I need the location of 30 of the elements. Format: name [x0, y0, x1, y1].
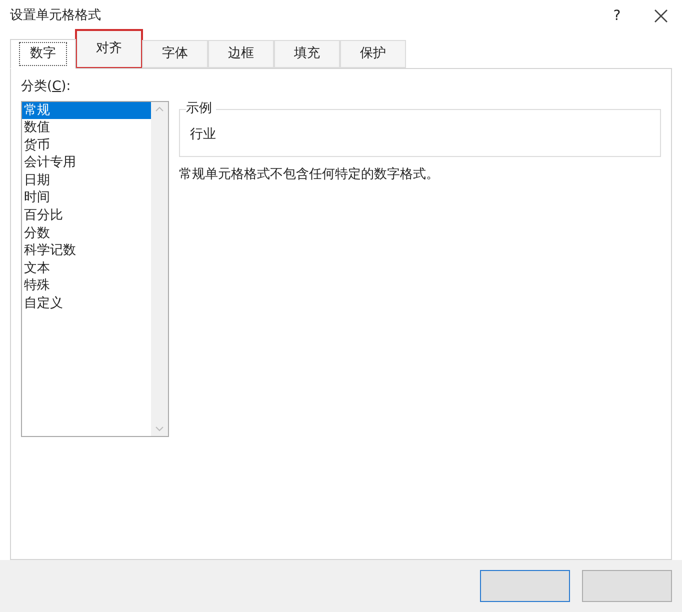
list-item[interactable]: 常规	[22, 102, 151, 120]
tab[interactable]: 保护	[340, 40, 406, 68]
list-item[interactable]: 百分比	[22, 207, 151, 225]
list-item[interactable]: 数值	[22, 119, 151, 137]
sample-value: 行业	[190, 126, 216, 144]
close-icon[interactable]	[654, 9, 668, 23]
tab[interactable]: 填充	[274, 40, 340, 68]
tab[interactable]: 数字	[10, 39, 76, 69]
category-list[interactable]: 常规 数值 货币 会计专用 日期 时间 百分比 分数 科学记数 文本 特殊 自定义	[21, 100, 169, 436]
list-item[interactable]: 科学记数	[22, 242, 151, 260]
chevron-down-icon[interactable]	[155, 426, 164, 432]
list-item[interactable]: 特殊	[22, 277, 151, 296]
scrollbar[interactable]	[151, 102, 168, 436]
help-button[interactable]: ?	[602, 6, 632, 26]
list-item[interactable]: 日期	[22, 172, 151, 190]
chevron-up-icon[interactable]	[155, 106, 164, 112]
category-label: 分类(C):	[21, 78, 72, 96]
dialog-button[interactable]	[480, 570, 570, 602]
description-text: 常规单元格格式不包含任何特定的数字格式。	[179, 166, 440, 184]
tab[interactable]: 边框	[208, 40, 274, 68]
list-item[interactable]: 货币	[22, 136, 151, 154]
dialog-button[interactable]	[582, 570, 672, 602]
list-item[interactable]: 文本	[22, 260, 151, 278]
tab[interactable]: 对齐	[76, 30, 142, 68]
list-item[interactable]: 时间	[22, 189, 151, 208]
list-item[interactable]: 会计专用	[22, 154, 151, 172]
list-item[interactable]: 分数	[22, 224, 151, 242]
tab[interactable]: 字体	[142, 40, 208, 68]
window-title: 设置单元格格式	[10, 7, 102, 26]
list-item[interactable]: 自定义	[22, 295, 151, 313]
